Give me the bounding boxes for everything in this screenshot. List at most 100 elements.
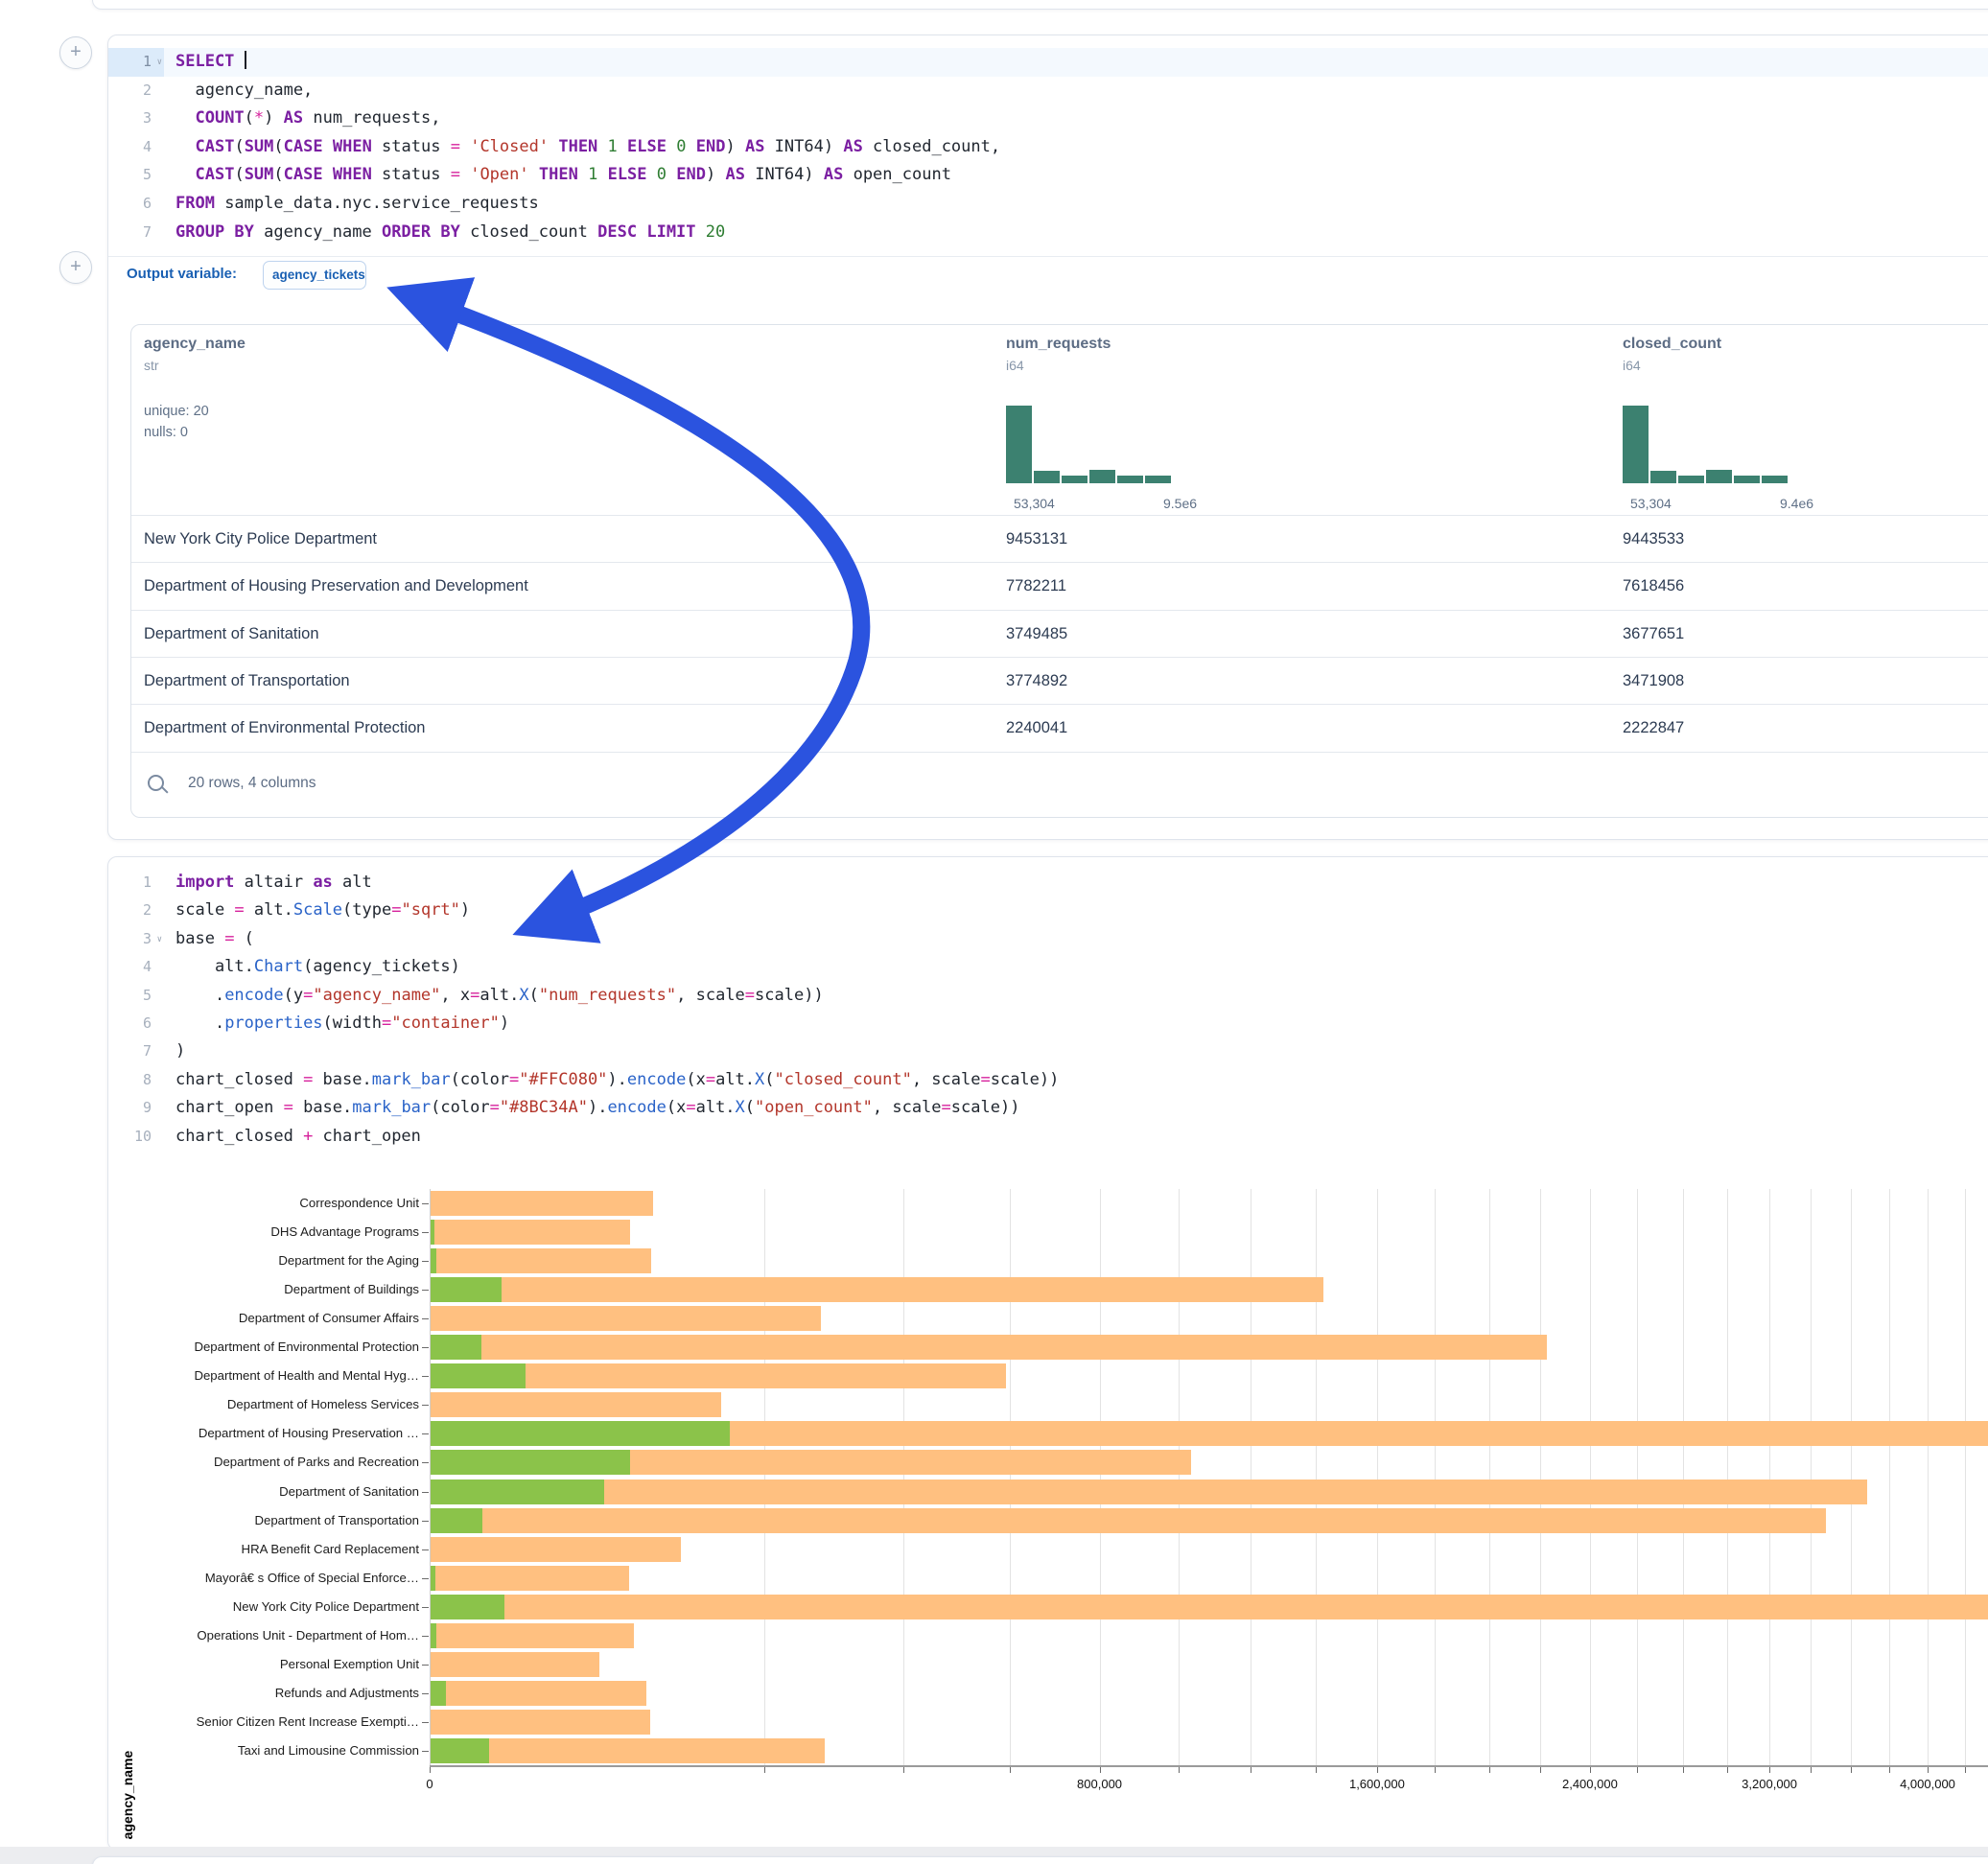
python-code-editor[interactable]: 1import altair as alt2scale = alt.Scale(… bbox=[108, 869, 1988, 1151]
line-number: 7 bbox=[108, 219, 164, 247]
column-header[interactable]: num_requests bbox=[1006, 336, 1111, 353]
bar-open-count[interactable] bbox=[431, 1480, 604, 1504]
y-category-label: DHS Advantage Programs bbox=[114, 1224, 419, 1239]
code-line[interactable]: 3 COUNT(*) AS num_requests, bbox=[108, 105, 1988, 133]
y-category-label: Personal Exemption Unit bbox=[114, 1657, 419, 1671]
bar-closed-count[interactable] bbox=[431, 1508, 1826, 1533]
chevron-down-icon[interactable]: ∨ bbox=[157, 926, 162, 954]
column-stats: unique: 20 bbox=[144, 404, 209, 419]
bar-closed-count[interactable] bbox=[431, 1738, 825, 1763]
gridline bbox=[1316, 1189, 1317, 1765]
sql-code-editor[interactable]: 1∨SELECT 2 agency_name,3 COUNT(*) AS num… bbox=[108, 48, 1988, 246]
bar-open-count[interactable] bbox=[431, 1595, 504, 1619]
axis-tick bbox=[1377, 1767, 1378, 1773]
column-header[interactable]: agency_name bbox=[144, 336, 246, 353]
cell-closed-count: 3471908 bbox=[1623, 658, 1684, 705]
bar-closed-count[interactable] bbox=[431, 1248, 651, 1273]
table-row[interactable]: Department of Environmental Protection22… bbox=[131, 704, 1988, 752]
search-icon[interactable] bbox=[148, 775, 164, 791]
bar-open-count[interactable] bbox=[431, 1335, 481, 1360]
table-row[interactable]: New York City Police Department945313194… bbox=[131, 515, 1988, 563]
bar-closed-count[interactable] bbox=[431, 1220, 630, 1245]
bar-open-count[interactable] bbox=[431, 1363, 526, 1388]
next-cell-edge bbox=[92, 1856, 1988, 1864]
axis-tick bbox=[1010, 1767, 1011, 1773]
bar-closed-count[interactable] bbox=[431, 1306, 821, 1331]
y-axis-tick bbox=[422, 1261, 429, 1262]
bar-closed-count[interactable] bbox=[431, 1595, 1988, 1619]
y-category-label: Senior Citizen Rent Increase Exempti… bbox=[114, 1714, 419, 1729]
code-line[interactable]: 1∨SELECT bbox=[108, 48, 1988, 77]
y-axis-tick bbox=[422, 1722, 429, 1723]
bar-closed-count[interactable] bbox=[431, 1710, 650, 1735]
code-line[interactable]: 2scale = alt.Scale(type="sqrt") bbox=[108, 897, 1988, 924]
gridline bbox=[1010, 1189, 1011, 1765]
table-row[interactable]: Department of Housing Preservation and D… bbox=[131, 562, 1988, 610]
bar-closed-count[interactable] bbox=[431, 1537, 681, 1562]
y-axis-tick bbox=[422, 1203, 429, 1204]
bar-open-count[interactable] bbox=[431, 1220, 434, 1245]
code-line[interactable]: 8chart_closed = base.mark_bar(color="#FF… bbox=[108, 1066, 1988, 1094]
bar-closed-count[interactable] bbox=[431, 1335, 1547, 1360]
bar-closed-count[interactable] bbox=[431, 1392, 721, 1417]
histogram-bar bbox=[1089, 470, 1115, 483]
table-footer: 20 rows, 4 columns bbox=[131, 752, 1988, 816]
bar-open-count[interactable] bbox=[431, 1450, 630, 1475]
gridline bbox=[1769, 1189, 1770, 1765]
code-line[interactable]: 10chart_closed + chart_open bbox=[108, 1123, 1988, 1151]
dataframe-preview: agency_namestrunique: 20nulls: 0num_requ… bbox=[130, 324, 1988, 818]
bar-open-count[interactable] bbox=[431, 1681, 446, 1706]
bar-closed-count[interactable] bbox=[431, 1191, 653, 1216]
cell-agency-name: Department of Transportation bbox=[144, 658, 350, 705]
code-line[interactable]: 9chart_open = base.mark_bar(color="#8BC3… bbox=[108, 1094, 1988, 1122]
bar-open-count[interactable] bbox=[431, 1738, 489, 1763]
axis-tick bbox=[1489, 1767, 1490, 1773]
cell-agency-name: New York City Police Department bbox=[144, 516, 377, 563]
gridline bbox=[1727, 1189, 1728, 1765]
bar-open-count[interactable] bbox=[431, 1277, 502, 1302]
output-variable-chip[interactable]: agency_tickets bbox=[263, 261, 366, 290]
gridline bbox=[1637, 1189, 1638, 1765]
column-header[interactable]: closed_count bbox=[1623, 336, 1721, 353]
cell-num-requests: 9453131 bbox=[1006, 516, 1067, 563]
bar-closed-count[interactable] bbox=[431, 1623, 634, 1648]
code-line[interactable]: 7GROUP BY agency_name ORDER BY closed_co… bbox=[108, 219, 1988, 247]
code-text: chart_closed + chart_open bbox=[175, 1123, 1988, 1151]
code-line[interactable]: 1import altair as alt bbox=[108, 869, 1988, 897]
gridline bbox=[1889, 1189, 1890, 1765]
chevron-down-icon[interactable]: ∨ bbox=[157, 49, 162, 78]
axis-tick bbox=[1889, 1767, 1890, 1773]
bar-closed-count[interactable] bbox=[431, 1652, 599, 1677]
bar-closed-count[interactable] bbox=[431, 1480, 1867, 1504]
y-category-label: Department of Parks and Recreation bbox=[114, 1455, 419, 1469]
axis-tick bbox=[1727, 1767, 1728, 1773]
cell-agency-name: Department of Housing Preservation and D… bbox=[144, 563, 528, 610]
code-line[interactable]: 4 CAST(SUM(CASE WHEN status = 'Closed' T… bbox=[108, 133, 1988, 162]
add-cell-button[interactable]: + bbox=[59, 251, 92, 284]
code-line[interactable]: 5 CAST(SUM(CASE WHEN status = 'Open' THE… bbox=[108, 161, 1988, 190]
code-line[interactable]: 7) bbox=[108, 1037, 1988, 1065]
bar-open-count[interactable] bbox=[431, 1508, 482, 1533]
code-line[interactable]: 3∨base = ( bbox=[108, 925, 1988, 953]
bar-open-count[interactable] bbox=[431, 1421, 730, 1446]
y-axis-tick bbox=[422, 1492, 429, 1493]
table-row[interactable]: Department of Transportation377489234719… bbox=[131, 657, 1988, 705]
bar-open-count[interactable] bbox=[431, 1566, 435, 1591]
column-type: i64 bbox=[1006, 358, 1024, 373]
bar-open-count[interactable] bbox=[431, 1623, 436, 1648]
code-line[interactable]: 5 .encode(y="agency_name", x=alt.X("num_… bbox=[108, 982, 1988, 1010]
code-line[interactable]: 6FROM sample_data.nyc.service_requests bbox=[108, 190, 1988, 219]
code-line[interactable]: 4 alt.Chart(agency_tickets) bbox=[108, 953, 1988, 981]
code-line[interactable]: 6 .properties(width="container") bbox=[108, 1010, 1988, 1037]
axis-tick bbox=[1851, 1767, 1852, 1773]
y-axis-tick bbox=[422, 1290, 429, 1291]
code-text: alt.Chart(agency_tickets) bbox=[175, 953, 1988, 981]
code-line[interactable]: 2 agency_name, bbox=[108, 77, 1988, 105]
bar-closed-count[interactable] bbox=[431, 1681, 646, 1706]
bar-closed-count[interactable] bbox=[431, 1277, 1323, 1302]
bar-closed-count[interactable] bbox=[431, 1566, 629, 1591]
sql-cell: 1∨SELECT 2 agency_name,3 COUNT(*) AS num… bbox=[107, 35, 1988, 840]
table-row[interactable]: Department of Sanitation37494853677651 bbox=[131, 610, 1988, 658]
bar-open-count[interactable] bbox=[431, 1248, 436, 1273]
add-cell-button[interactable]: + bbox=[59, 36, 92, 69]
